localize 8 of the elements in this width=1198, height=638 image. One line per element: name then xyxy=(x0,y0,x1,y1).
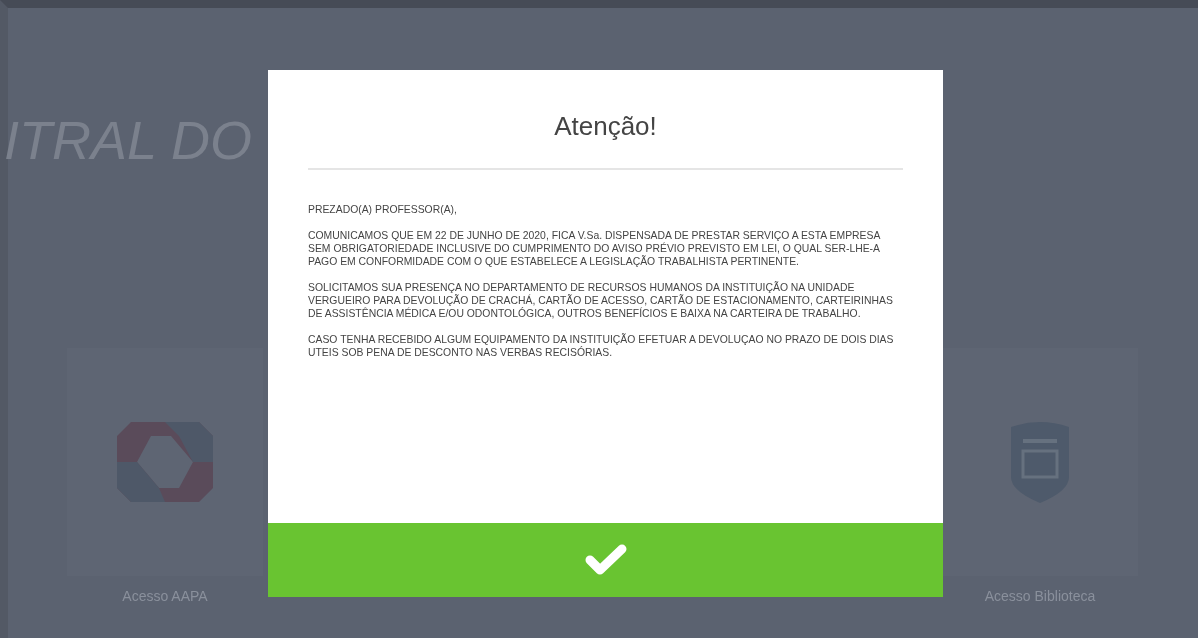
dialog-paragraph: COMUNICAMOS QUE EM 22 DE JUNHO DE 2020, FICA V.Sa. DISPENSADA DE PRESTAR SERVIÇO A ESTA EMPRESA SEM OBRIGATORIEDADE INCLUSIVE DO CUMPRIMENTO DO AVISO PRÉVIO PREVISTO EM LEI, O QUAL SER-LHE-A PAGO EM CONFORMIDADE COM O QUE ESTABELECE A LEGISLAÇÃO TRABALHISTA PERTINENTE. xyxy=(308,229,882,268)
dialog-title: Atenção! xyxy=(553,110,658,142)
checkmark-icon xyxy=(583,543,628,577)
confirm-button[interactable] xyxy=(268,523,943,597)
dialog-paragraph: CASO TENHA RECEBIDO ALGUM EQUIPAMENTO DA INSTITUIÇÃO EFETUAR A DEVOLUÇAO NO PRAZO DE DOIS DIAS UTEIS SOB PENA DE DESCONTO NAS VERBAS RECISÓRIAS. xyxy=(308,333,895,359)
dialog-paragraph: PREZADO(A) PROFESSOR(A), xyxy=(308,203,458,216)
dialog-paragraph: SOLICITAMOS SUA PRESENÇA NO DEPARTAMENTO DE RECURSOS HUMANOS DA INSTITUIÇÃO NA UNIDADE VERGUEIRO PARA DEVOLUÇÃO DE CRACHÁ, CARTÃO DE ACESSO, CARTÃO DE ESTACIONAMENTO, CARTEIRINHAS DE ASSISTÊNCIA MÉDICA E/OU ODONTOLÓGICA, OUTROS BENEFÍCIOS E BAIXA NA CARTEIRA DE TRABALHO. xyxy=(308,281,894,320)
hexagon-logo-icon xyxy=(117,422,213,502)
